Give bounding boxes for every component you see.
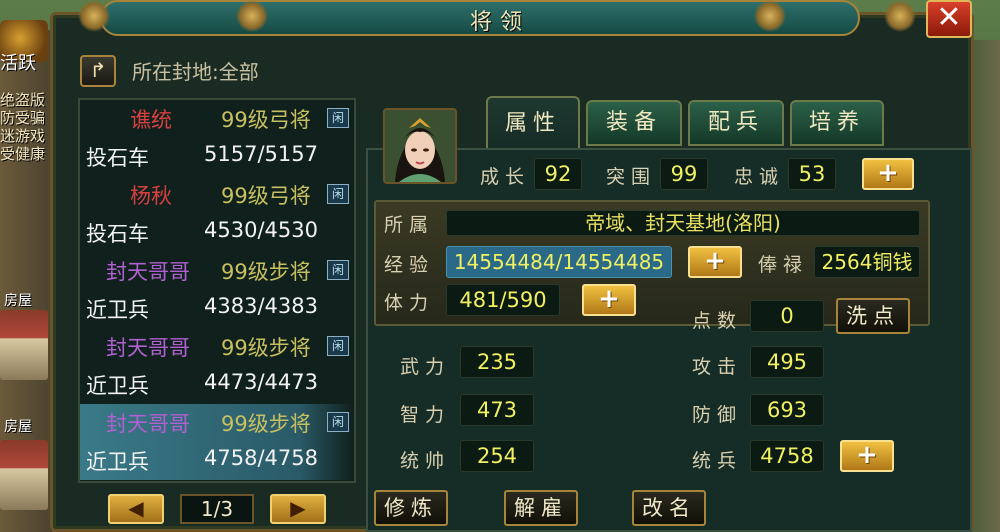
reset-points-button[interactable]: 洗点 <box>836 298 910 334</box>
general-level: 99级弓将 <box>221 108 311 132</box>
loyalty-value: 53 <box>788 158 836 190</box>
breakthrough-value: 99 <box>660 158 708 190</box>
troop-type: 投石车 <box>86 146 149 170</box>
idle-badge: 闲 <box>327 260 349 280</box>
troops-value: 4758 <box>750 440 824 472</box>
idle-badge: 闲 <box>327 108 349 128</box>
house-building[interactable] <box>0 310 48 380</box>
troops-label: 统兵 <box>692 450 743 472</box>
dismiss-button[interactable]: 解雇 <box>504 490 578 526</box>
troop-type: 近卫兵 <box>86 298 149 322</box>
attack-label: 攻击 <box>692 356 743 378</box>
troop-count: 4530/4530 <box>204 218 318 242</box>
general-level: 99级步将 <box>221 260 311 284</box>
general-portrait <box>383 108 457 184</box>
tab-attributes[interactable]: 属性 <box>486 96 580 148</box>
general-name: 封天哥哥 <box>106 412 190 436</box>
belong-label: 所属 <box>384 214 435 236</box>
title-ornament-center-left <box>222 0 282 32</box>
prev-page-button[interactable]: ◀ <box>108 494 164 524</box>
force-label: 武力 <box>400 356 451 378</box>
house-label: 房屋 <box>4 419 32 435</box>
growth-label: 成长 <box>480 166 531 188</box>
exp-label: 经验 <box>384 254 435 276</box>
troop-type: 近卫兵 <box>86 374 149 398</box>
rename-button[interactable]: 改名 <box>632 490 706 526</box>
salary-value: 2564铜钱 <box>814 246 920 278</box>
troop-count: 4758/4758 <box>204 446 318 470</box>
close-button[interactable]: ✕ <box>926 0 972 38</box>
stamina-value: 481/590 <box>446 284 560 316</box>
command-label: 统帅 <box>400 450 451 472</box>
intel-value: 473 <box>460 394 534 426</box>
troop-count: 5157/5157 <box>204 142 318 166</box>
intel-label: 智力 <box>400 404 451 426</box>
exp-plus-button[interactable]: + <box>688 246 742 278</box>
title-ornament-left <box>64 0 124 32</box>
exp-value: 14554484/14554485 <box>446 246 672 278</box>
command-value: 254 <box>460 440 534 472</box>
loyalty-label: 忠诚 <box>734 166 785 188</box>
growth-value: 92 <box>534 158 582 190</box>
troop-type: 近卫兵 <box>86 450 149 474</box>
general-row[interactable]: 封天哥哥 99级步将 闲 近卫兵 4473/4473 <box>80 328 354 404</box>
defense-label: 防御 <box>692 404 743 426</box>
promo-line-1: 绝盗版 <box>0 91 46 109</box>
points-label: 点数 <box>692 310 743 332</box>
breakthrough-label: 突围 <box>606 166 657 188</box>
fief-filter[interactable]: 所在封地:全部 <box>132 56 259 85</box>
idle-badge: 闲 <box>327 184 349 204</box>
promo-line-3: 迷游戏 <box>0 127 46 145</box>
general-row-selected[interactable]: 封天哥哥 99级步将 闲 近卫兵 4758/4758 <box>80 404 354 480</box>
general-name: 封天哥哥 <box>106 336 190 360</box>
force-value: 235 <box>460 346 534 378</box>
general-name: 谯统 <box>130 108 172 132</box>
house-building[interactable] <box>0 440 48 510</box>
activity-label[interactable]: 活跃 <box>0 55 48 73</box>
next-page-button[interactable]: ▶ <box>270 494 326 524</box>
general-list: 谯统 99级弓将 闲 投石车 5157/5157 杨秋 99级弓将 闲 投石车 … <box>78 98 356 483</box>
window-title: 将领 <box>469 10 530 35</box>
tab-equipment[interactable]: 装备 <box>586 100 682 146</box>
general-level: 99级步将 <box>221 412 311 436</box>
title-ornament-center-right <box>740 0 800 32</box>
general-row[interactable]: 谯统 99级弓将 闲 投石车 5157/5157 <box>80 100 354 176</box>
belong-value: 帝域、封天基地(洛阳) <box>446 210 920 236</box>
idle-badge: 闲 <box>327 336 349 356</box>
idle-badge: 闲 <box>327 412 349 432</box>
attack-value: 495 <box>750 346 824 378</box>
points-value: 0 <box>750 300 824 332</box>
page-indicator: 1/3 <box>180 494 254 524</box>
loyalty-plus-button[interactable]: + <box>862 158 914 190</box>
back-arrow-icon[interactable]: ↱ <box>80 55 116 87</box>
general-row[interactable]: 杨秋 99级弓将 闲 投石车 4530/4530 <box>80 176 354 252</box>
stamina-plus-button[interactable]: + <box>582 284 636 316</box>
stamina-label: 体力 <box>384 292 435 314</box>
troop-count: 4473/4473 <box>204 370 318 394</box>
promo-line-4: 受健康 <box>0 145 46 163</box>
general-row[interactable]: 封天哥哥 99级步将 闲 近卫兵 4383/4383 <box>80 252 354 328</box>
general-level: 99级弓将 <box>221 184 311 208</box>
train-button[interactable]: 修炼 <box>374 490 448 526</box>
tab-cultivate[interactable]: 培养 <box>790 100 884 146</box>
general-level: 99级步将 <box>221 336 311 360</box>
troops-plus-button[interactable]: + <box>840 440 894 472</box>
general-name: 封天哥哥 <box>106 260 190 284</box>
general-name: 杨秋 <box>130 184 172 208</box>
defense-value: 693 <box>750 394 824 426</box>
troop-type: 投石车 <box>86 222 149 246</box>
title-ornament-right <box>870 0 930 32</box>
house-label: 房屋 <box>4 293 32 309</box>
troop-count: 4383/4383 <box>204 294 318 318</box>
promo-line-2: 防受骗 <box>0 109 46 127</box>
tab-troops[interactable]: 配兵 <box>688 100 784 146</box>
salary-label: 俸禄 <box>758 254 809 276</box>
